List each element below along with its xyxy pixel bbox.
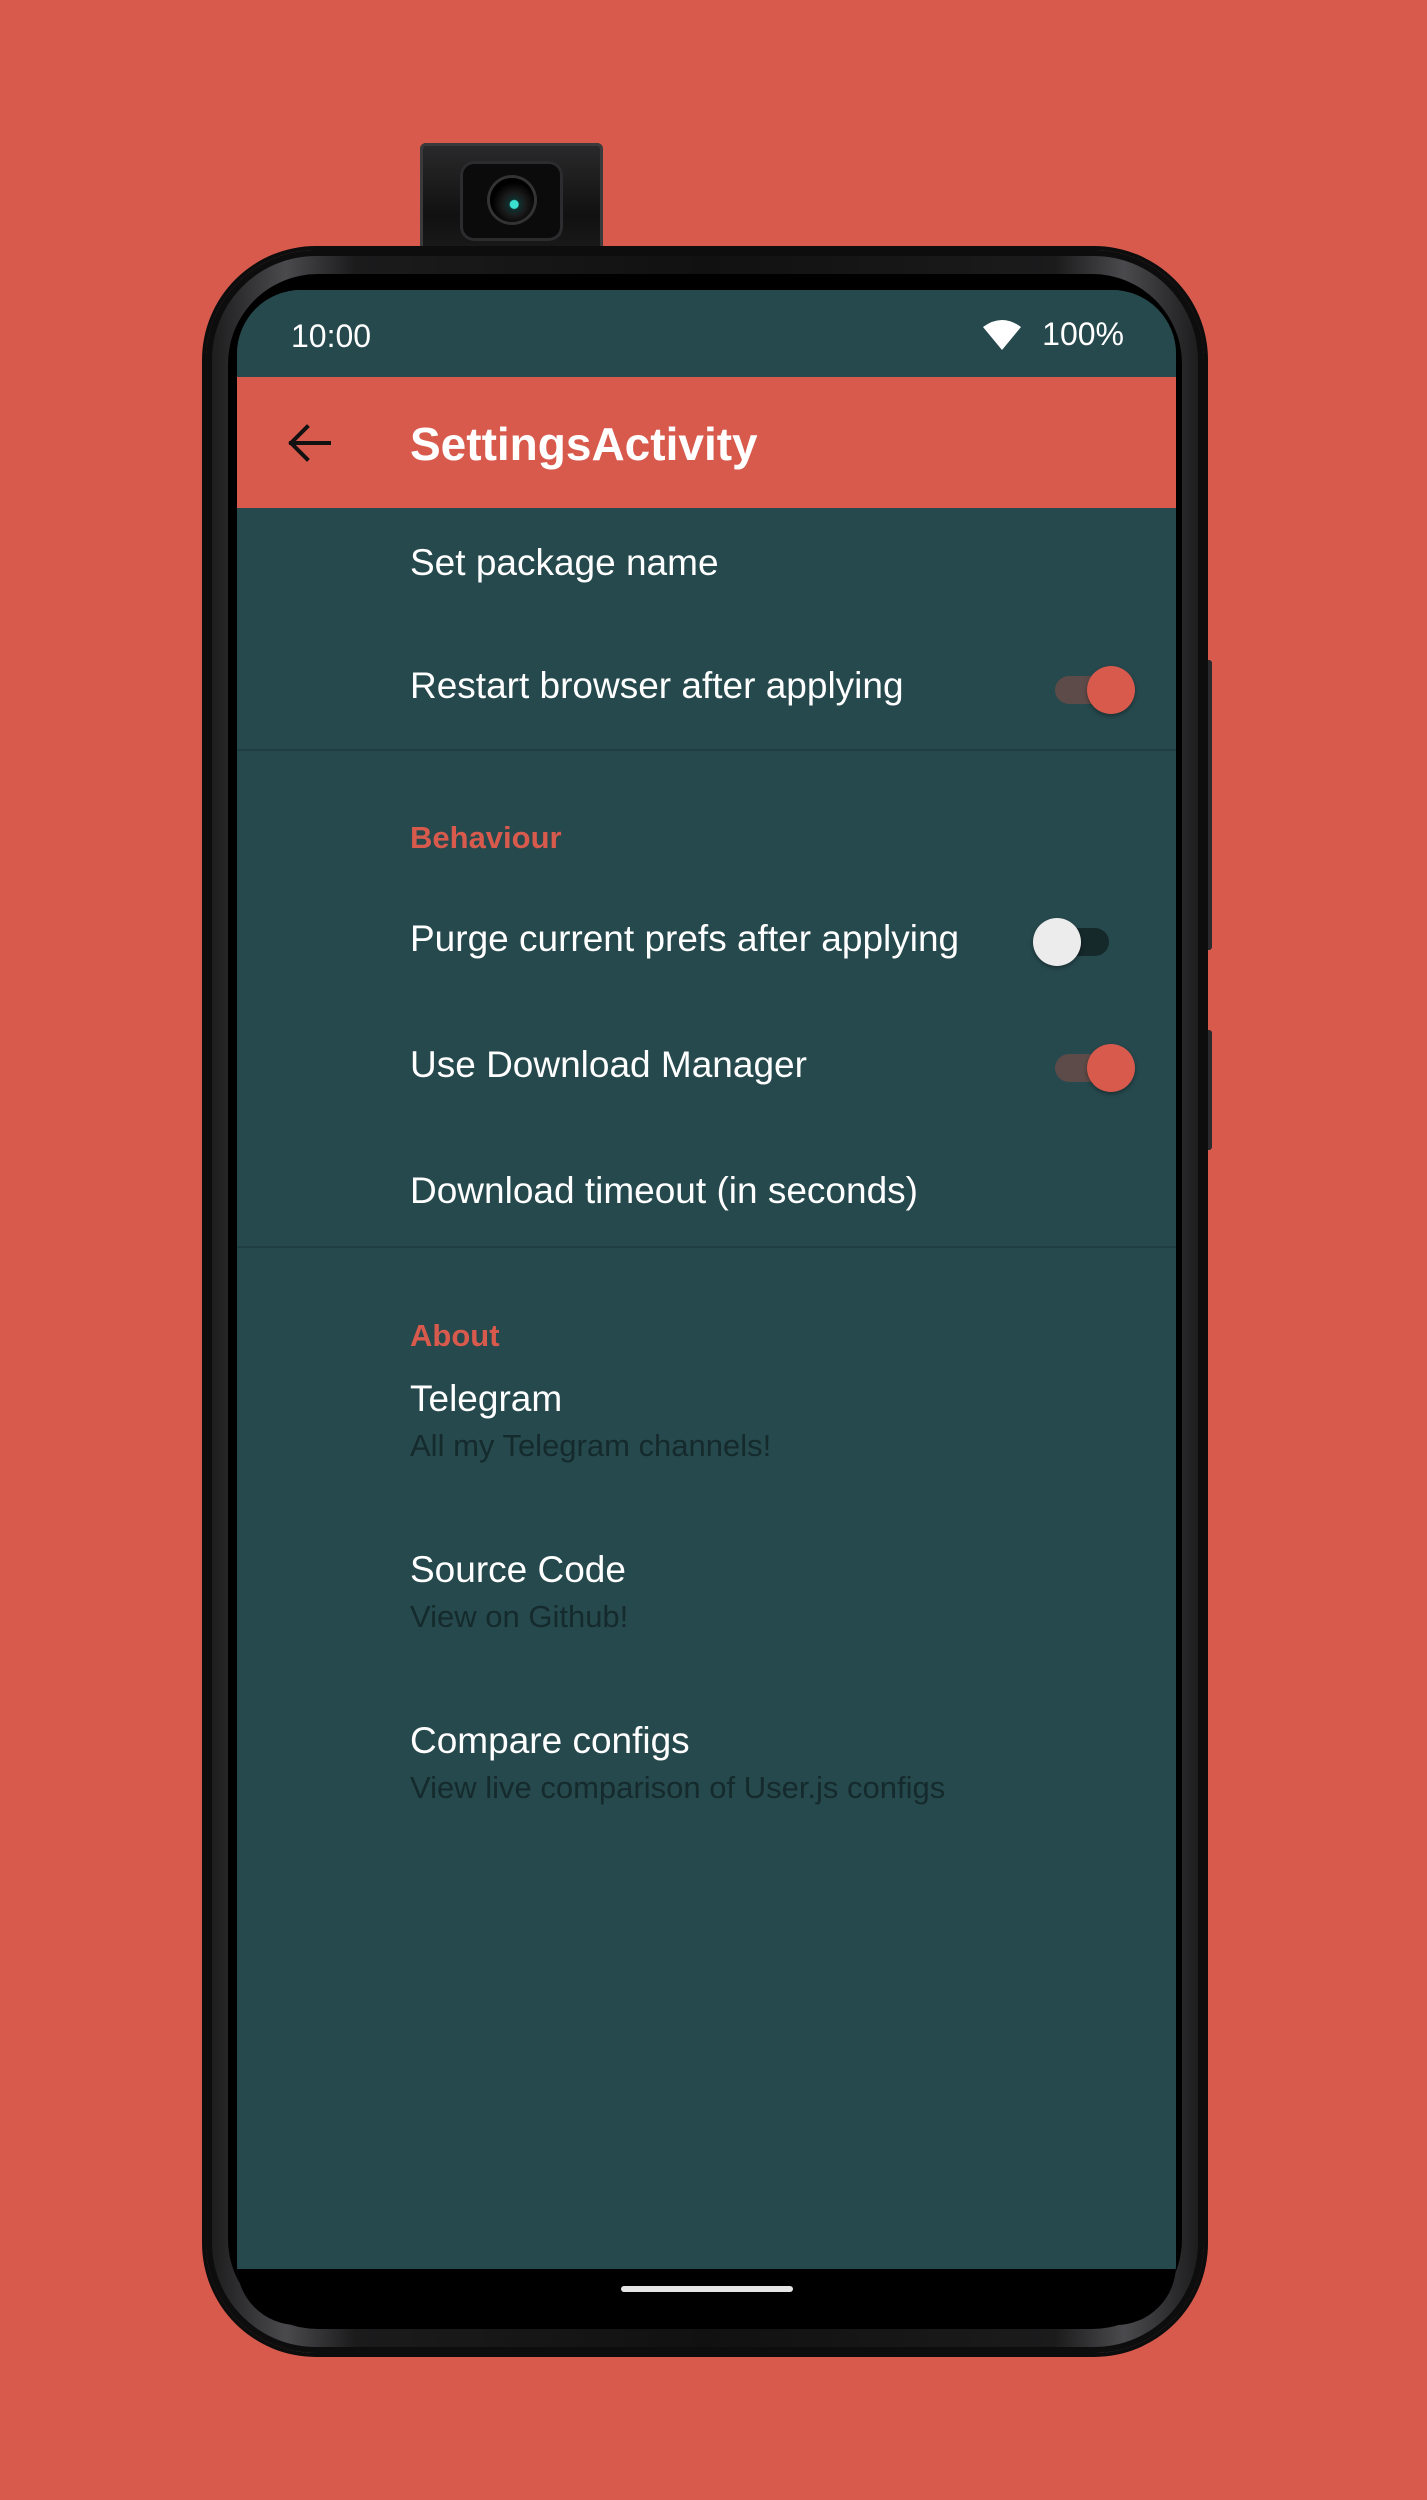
arrow-left-icon: [288, 424, 331, 462]
page-title: SettingsActivity: [410, 418, 758, 470]
pref-set-package-name[interactable]: Set package name: [237, 508, 1176, 624]
switch-thumb: [1087, 666, 1135, 714]
home-indicator[interactable]: [621, 2286, 793, 2292]
pref-title: Restart browser after applying: [410, 665, 904, 706]
section-divider: [237, 1246, 1176, 1248]
pref-download-timeout[interactable]: Download timeout (in seconds): [237, 1130, 1176, 1256]
category-about: About: [410, 1318, 500, 1353]
category-behaviour: Behaviour: [410, 820, 562, 855]
status-bar: 10:00 100%: [237, 290, 1176, 377]
purge-prefs-switch[interactable]: [1033, 916, 1113, 966]
phone-screen: 10:00 100% SettingsActivity Set package …: [237, 290, 1176, 2325]
navigation-bar: [237, 2269, 1176, 2325]
pref-restart-browser[interactable]: Restart browser after applying: [237, 624, 1176, 754]
section-divider: [237, 749, 1176, 751]
pref-download-manager[interactable]: Use Download Manager: [237, 1004, 1176, 1130]
pref-title: Purge current prefs after applying: [410, 918, 960, 959]
switch-thumb: [1087, 1044, 1135, 1092]
pref-title: Compare configs: [410, 1720, 690, 1761]
pref-summary: All my Telegram channels!: [410, 1428, 772, 1463]
pref-purge-prefs[interactable]: Purge current prefs after applying: [237, 880, 1176, 1004]
pref-title: Use Download Manager: [410, 1044, 807, 1085]
pref-compare-configs[interactable]: Compare configs View live comparison of …: [237, 1720, 1176, 1890]
wifi-icon: [983, 319, 1022, 350]
battery-percentage: 100%: [1042, 316, 1124, 352]
camera-housing: [460, 161, 563, 241]
pref-title: Source Code: [410, 1549, 626, 1590]
camera-lens: [490, 178, 534, 222]
app-bar: SettingsActivity: [237, 377, 1176, 508]
status-time: 10:00: [291, 318, 372, 354]
status-indicators: 100%: [982, 316, 1124, 353]
pref-telegram[interactable]: Telegram All my Telegram channels!: [237, 1378, 1176, 1548]
pref-summary: View on Github!: [410, 1599, 629, 1634]
pref-title: Download timeout (in seconds): [410, 1170, 918, 1211]
pref-summary: View live comparison of User.js configs: [410, 1770, 946, 1805]
download-manager-switch[interactable]: [1051, 1042, 1135, 1092]
switch-thumb: [1033, 918, 1081, 966]
restart-browser-switch[interactable]: [1051, 664, 1135, 714]
pref-title: Set package name: [410, 542, 719, 583]
popup-camera: [420, 143, 603, 263]
pref-title: Telegram: [410, 1378, 563, 1419]
pref-source-code[interactable]: Source Code View on Github!: [237, 1549, 1176, 1719]
back-button[interactable]: [273, 407, 345, 479]
